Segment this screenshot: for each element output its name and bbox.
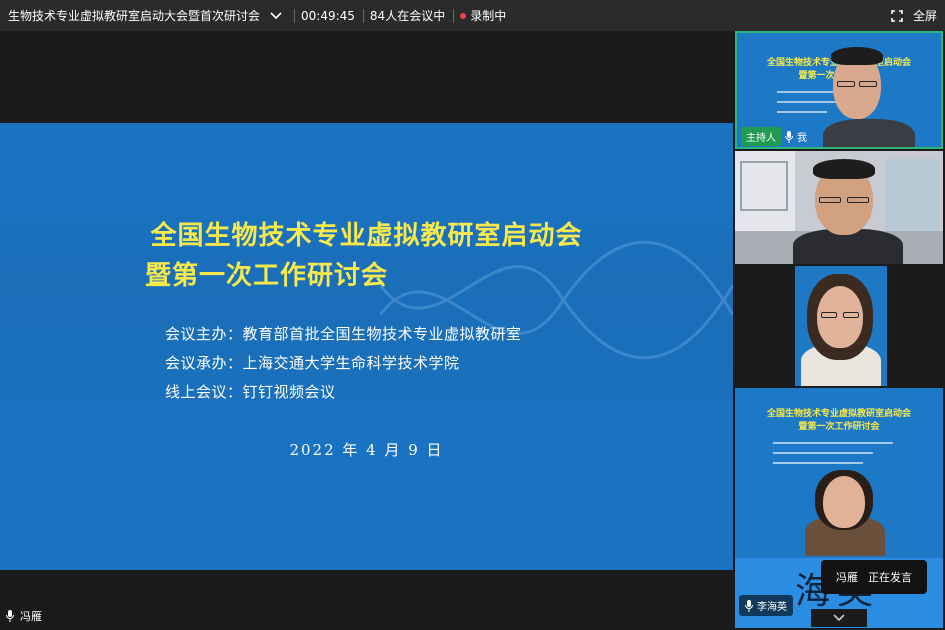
speaking-status: 正在发言 <box>868 571 912 584</box>
presentation-slide: 全国生物技术专业虚拟教研室启动会 暨第一次工作研讨会 会议主办：教育部首批全国生… <box>0 123 733 570</box>
record-dot-icon <box>460 12 467 19</box>
fullscreen-icon <box>891 9 903 22</box>
recording-status: 录制中 <box>460 7 506 24</box>
fullscreen-button[interactable]: 全屏 <box>891 7 937 24</box>
background-window-frame <box>740 161 788 211</box>
meeting-duration: 00:49:45 <box>301 8 355 23</box>
fullscreen-label: 全屏 <box>912 9 937 23</box>
participant-video-panel: 全国生物技术专业虚拟教研室启动会 暨第一次工作研讨会 主持人 我 <box>733 31 945 630</box>
shared-screen-area: 全国生物技术专业虚拟教研室启动会 暨第一次工作研讨会 会议主办：教育部首批全国生… <box>0 31 733 630</box>
divider <box>453 8 455 23</box>
self-label: 我 <box>797 133 807 144</box>
tile-slide-title1: 全国生物技术专业虚拟教研室启动会 <box>766 409 911 419</box>
host-badge: 主持人 <box>741 127 781 146</box>
microphone-icon <box>6 610 14 622</box>
divider <box>362 8 364 23</box>
slide-organizer: 会议主办：教育部首批全国生物技术专业虚拟教研室 <box>165 325 522 343</box>
slide-text-line <box>773 462 863 464</box>
divider <box>294 8 296 23</box>
video-tile-host[interactable]: 全国生物技术专业虚拟教研室启动会 暨第一次工作研讨会 主持人 我 <box>735 31 943 149</box>
recording-label: 录制中 <box>470 9 507 23</box>
participant-name: 李海英 <box>757 602 787 613</box>
video-tile-participant[interactable] <box>735 151 943 264</box>
meeting-topbar: 生物技术专业虚拟教研室启动大会暨首次研讨会 00:49:45 84人在会议中 录… <box>0 0 945 31</box>
slide-text-line <box>773 452 873 454</box>
chevron-down-icon <box>833 614 845 622</box>
tile-slide-title2: 暨第一次工作研讨会 <box>798 422 880 432</box>
speaking-name: 冯雁 <box>836 571 858 584</box>
slide-text-line <box>777 111 827 113</box>
collapse-panel-button[interactable] <box>811 609 867 627</box>
current-speaker-indicator: 冯雁 <box>6 608 42 624</box>
slide-host-org: 会议承办：上海交通大学生命科学技术学院 <box>165 354 460 372</box>
microphone-icon <box>745 599 753 612</box>
chevron-down-icon[interactable] <box>266 6 286 26</box>
slide-title-line1: 全国生物技术专业虚拟教研室启动会 <box>150 221 583 251</box>
participant-name-tag: 李海英 <box>739 595 793 616</box>
speaking-toast: 冯雁 正在发言 <box>821 560 927 594</box>
slide-online: 线上会议：钉钉视频会议 <box>165 383 336 401</box>
meeting-title: 生物技术专业虚拟教研室启动大会暨首次研讨会 <box>8 9 261 23</box>
attendee-count[interactable]: 84人在会议中 <box>370 7 445 24</box>
slide-text-line <box>773 442 893 444</box>
slide-date: 2022 年 4 月 9 日 <box>289 441 444 459</box>
current-speaker-name: 冯雁 <box>20 610 42 623</box>
slide-title-line2: 暨第一次工作研讨会 <box>144 261 388 291</box>
host-tag: 主持人 我 <box>741 127 807 146</box>
slide-text-line <box>777 101 837 103</box>
video-tile-participant[interactable] <box>735 266 943 386</box>
microphone-icon <box>785 130 793 143</box>
